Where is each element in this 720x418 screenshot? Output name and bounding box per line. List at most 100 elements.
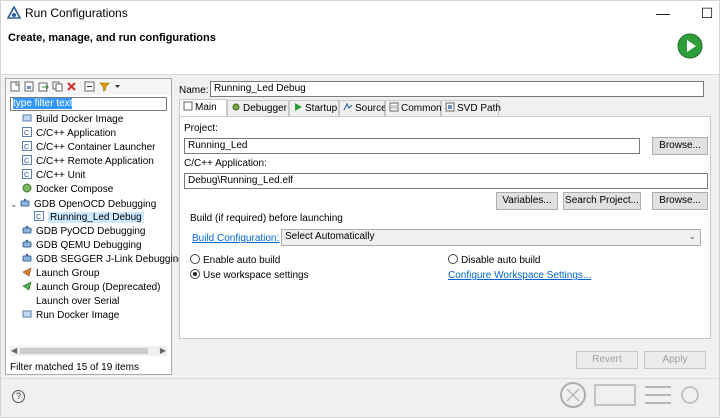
config-icon: C <box>34 211 44 221</box>
tab-label: Common <box>401 103 442 114</box>
radio-label: Enable auto build <box>203 255 281 266</box>
run-icon <box>677 33 703 59</box>
tree-item-label: Launch over Serial <box>36 296 120 307</box>
title-bar: Run Configurations — ☐ <box>1 1 719 25</box>
tab-main[interactable]: Main <box>179 99 227 117</box>
docker-run-icon <box>22 310 32 318</box>
tab-source[interactable]: Source <box>339 100 387 116</box>
tab-debugger[interactable]: Debugger <box>227 100 289 116</box>
chevron-down-icon[interactable] <box>112 81 123 92</box>
scrollbar-thumb[interactable] <box>20 348 148 354</box>
chevron-down-icon[interactable]: ⌄ <box>10 197 20 211</box>
browse-project-button[interactable]: Browse... <box>652 137 708 155</box>
tab-common[interactable]: Common <box>385 100 442 116</box>
tree-item-gdb-openocd-debugging[interactable]: ⌄ GDB OpenOCD Debugging <box>10 197 156 211</box>
new-config-icon[interactable] <box>10 81 21 92</box>
tree-item-label: C/C++ Unit <box>36 170 86 181</box>
gdb-icon <box>22 239 32 248</box>
startup-tab-icon <box>295 103 302 111</box>
tree-item-run-docker-image[interactable]: Run Docker Image <box>22 309 119 323</box>
tab-label: Startup <box>305 103 338 114</box>
left-toolbar <box>6 79 171 95</box>
window-title: Run Configurations <box>25 6 128 20</box>
project-label: Project: <box>184 123 218 134</box>
tree-item-label: GDB SEGGER J-Link Debugging <box>36 254 184 265</box>
tree-item-gdb-qemu-debugging[interactable]: GDB QEMU Debugging <box>22 239 142 253</box>
build-configuration-link[interactable]: Build Configuration: <box>192 233 279 244</box>
delete-icon[interactable] <box>66 81 77 92</box>
main-tab-content: Project: Running_Led Browse... C/C++ App… <box>179 116 711 339</box>
tree-item-c-cpp-unit[interactable]: C C/C++ Unit <box>22 169 85 183</box>
tree-item-launch-group[interactable]: Launch Group <box>22 267 99 281</box>
build-group-title: Build (if required) before launching <box>190 213 343 224</box>
build-configuration-value: Select Automatically <box>285 231 375 242</box>
tab-svd-path[interactable]: SVD Path <box>441 100 501 116</box>
application-field[interactable]: Debug\Running_Led.elf <box>184 173 708 189</box>
filter-status: Filter matched 15 of 19 items <box>10 362 139 373</box>
filter-input-text: type filter text <box>13 98 73 109</box>
tree-item-launch-over-serial[interactable]: Launch over Serial <box>36 295 119 309</box>
tree-item-label: C/C++ Remote Application <box>36 156 154 167</box>
export-icon[interactable] <box>38 81 49 92</box>
tree-item-c-cpp-application[interactable]: C C/C++ Application <box>22 127 116 141</box>
filter-input[interactable]: type filter text <box>10 97 167 111</box>
gdb-icon <box>20 198 30 207</box>
scroll-left-icon[interactable]: ◀ <box>11 346 17 356</box>
variables-button[interactable]: Variables... <box>496 192 558 210</box>
enable-auto-build-radio[interactable]: Enable auto build <box>190 254 280 266</box>
docker-compose-icon <box>22 183 32 193</box>
build-configuration-select[interactable]: Select Automatically ⌄ <box>281 229 701 246</box>
c-app-icon: C <box>22 127 32 137</box>
eclipse-app-icon <box>7 6 21 19</box>
common-tab-icon <box>389 102 399 112</box>
header-text: Create, manage, and run configurations <box>8 32 216 44</box>
tree-item-build-docker-image[interactable]: Build Docker Image <box>22 113 123 127</box>
horizontal-scrollbar[interactable]: ◀ ▶ <box>10 346 167 356</box>
tree-item-label: C/C++ Application <box>36 128 117 139</box>
tree-item-docker-compose[interactable]: Docker Compose <box>22 183 113 197</box>
gdb-icon <box>22 253 32 262</box>
svg-text:C: C <box>24 158 29 165</box>
dialog-header: Create, manage, and run configurations <box>1 25 719 75</box>
disable-auto-build-radio[interactable]: Disable auto build <box>448 254 541 266</box>
apply-button[interactable]: Apply <box>644 351 706 369</box>
duplicate-icon[interactable] <box>52 81 63 92</box>
radio-indicator <box>448 254 458 264</box>
search-project-button[interactable]: Search Project... <box>563 192 641 210</box>
use-workspace-settings-radio[interactable]: Use workspace settings <box>190 269 309 281</box>
tree-item-running-led-debug[interactable]: C Running_Led Debug <box>34 211 144 225</box>
revert-button[interactable]: Revert <box>576 351 638 369</box>
svd-tab-icon <box>445 102 455 112</box>
collapse-all-icon[interactable] <box>84 81 95 92</box>
chevron-down-icon: ⌄ <box>688 231 696 241</box>
maximize-button[interactable]: ☐ <box>685 1 720 25</box>
source-tab-icon <box>343 102 353 111</box>
tab-startup[interactable]: Startup <box>289 100 339 116</box>
tree-item-c-cpp-remote-application[interactable]: C C/C++ Remote Application <box>22 155 154 169</box>
project-field[interactable]: Running_Led <box>184 138 640 154</box>
radio-indicator <box>190 269 200 279</box>
svg-text:C: C <box>24 144 29 151</box>
tree-item-gdb-pyocd-debugging[interactable]: GDB PyOCD Debugging <box>22 225 146 239</box>
run-configurations-window: Run Configurations — ☐ Create, manage, a… <box>0 0 720 418</box>
minimize-button[interactable]: — <box>641 1 685 25</box>
tree-item-gdb-segger-jlink-debugging[interactable]: GDB SEGGER J-Link Debugging <box>22 253 184 267</box>
gdb-icon <box>22 225 32 234</box>
tree-item-launch-group-deprecated[interactable]: Launch Group (Deprecated) <box>22 281 161 295</box>
tree-item-c-cpp-container-launcher[interactable]: C C/C++ Container Launcher <box>22 141 156 155</box>
c-container-icon: C <box>22 141 32 151</box>
svg-text:C: C <box>24 172 29 179</box>
tree-item-label: GDB PyOCD Debugging <box>36 226 146 237</box>
build-group: Build (if required) before launching Bui… <box>184 213 708 333</box>
svg-text:C: C <box>24 130 29 137</box>
filter-icon[interactable] <box>99 81 110 92</box>
name-field[interactable]: Running_Led Debug <box>210 81 704 97</box>
help-icon[interactable]: ? <box>12 390 25 403</box>
browse-application-button[interactable]: Browse... <box>652 192 708 210</box>
new-prototype-icon[interactable] <box>24 81 35 92</box>
scroll-right-icon[interactable]: ▶ <box>160 346 166 356</box>
tree-item-label: C/C++ Container Launcher <box>36 142 156 153</box>
svg-text:C: C <box>36 214 41 221</box>
tree-item-label: Run Docker Image <box>36 310 120 321</box>
configure-workspace-settings-link[interactable]: Configure Workspace Settings... <box>448 270 591 281</box>
